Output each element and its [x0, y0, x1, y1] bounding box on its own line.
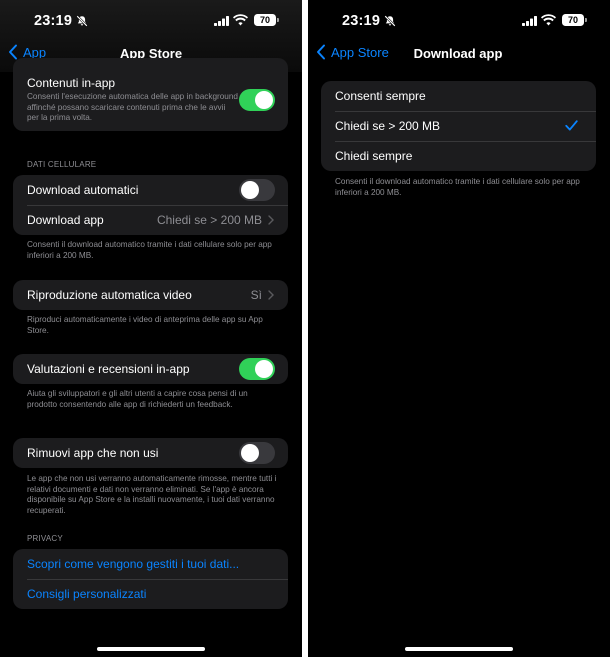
video-desc: Riproduci automaticamente i video di ant… [27, 315, 263, 335]
cellular-signal-icon [522, 16, 537, 26]
chevron-right-icon [268, 215, 274, 225]
option-always-ask[interactable]: Chiedi sempre [321, 141, 596, 171]
privacy-link-row[interactable]: Scopri come vengono gestiti i tuoi dati.… [13, 549, 288, 579]
offload-desc: Le app che non usi verranno automaticame… [27, 474, 277, 515]
chevron-right-icon [268, 290, 274, 300]
page-title: Download app [413, 46, 503, 61]
auto-download-row: Download automatici [13, 175, 288, 205]
battery-icon: 70 [254, 14, 279, 26]
auto-download-toggle[interactable] [239, 179, 275, 201]
auto-download-label: Download automatici [27, 183, 139, 197]
home-indicator [405, 647, 513, 651]
offload-toggle[interactable] [239, 442, 275, 464]
download-app-label: Download app [27, 213, 104, 227]
personalized-recommendations-link[interactable]: Consigli personalizzati [27, 587, 274, 601]
wifi-icon [541, 14, 556, 26]
cellular-section-header: DATI CELLULARE [27, 160, 97, 169]
ratings-card: Valutazioni e recensioni in-app [13, 354, 288, 384]
option-label: Consenti sempre [335, 89, 426, 103]
download-options-desc: Consenti il download automatico tramite … [335, 177, 580, 197]
video-autoplay-value: Sì [250, 288, 262, 302]
battery-icon: 70 [562, 14, 587, 26]
cellular-signal-icon [214, 16, 229, 26]
inapp-content-desc: Consenti l'esecuzione automatica delle a… [27, 92, 238, 122]
inapp-content-toggle[interactable] [239, 89, 275, 111]
offload-label: Rimuovi app che non usi [27, 446, 159, 460]
cellular-desc: Consenti il download automatico tramite … [27, 240, 272, 260]
video-card: Riproduzione automatica video Sì [13, 280, 288, 310]
status-time: 23:19 [342, 13, 381, 29]
ratings-desc: Aiuta gli sviluppatori e gli altri utent… [27, 389, 248, 409]
download-app-value: Chiedi se > 200 MB [156, 213, 262, 227]
ratings-toggle[interactable] [239, 358, 275, 380]
toggle-knob [255, 91, 273, 109]
inapp-content-card: Contenuti in-app Consenti l'esecuzione a… [13, 58, 288, 131]
chevron-left-icon [317, 44, 325, 60]
privacy-section-header: PRIVACY [27, 534, 63, 543]
video-autoplay-row[interactable]: Riproduzione automatica video Sì [13, 280, 288, 310]
cellular-card: Download automatici Download app Chiedi … [13, 175, 288, 235]
ratings-label: Valutazioni e recensioni in-app [27, 362, 190, 376]
silent-bell-icon [384, 15, 396, 27]
status-time: 23:19 [34, 13, 73, 29]
wifi-icon [233, 14, 248, 26]
navigation-bar: App Store Download app [308, 38, 610, 70]
toggle-knob [241, 181, 259, 199]
left-screen: 23:19 70 App App Store Contenuti in-app … [0, 0, 302, 657]
inapp-content-label: Contenuti in-app [27, 76, 116, 90]
inapp-content-row: Contenuti in-app Consenti l'esecuzione a… [13, 58, 288, 124]
toggle-knob [255, 360, 273, 378]
ratings-row: Valutazioni e recensioni in-app [13, 354, 288, 384]
silent-bell-icon [76, 15, 88, 27]
toggle-knob [241, 444, 259, 462]
right-screen: 23:19 70 App Store Download app Consenti… [308, 0, 610, 657]
option-label: Chiedi se > 200 MB [335, 119, 441, 133]
offload-row: Rimuovi app che non usi [13, 438, 288, 468]
home-indicator [97, 647, 205, 651]
checkmark-icon [565, 120, 578, 131]
personalized-link-row[interactable]: Consigli personalizzati [13, 579, 288, 609]
download-options-card: Consenti sempre Chiedi se > 200 MB Chied… [321, 81, 596, 171]
option-always-allow[interactable]: Consenti sempre [321, 81, 596, 111]
privacy-card: Scopri come vengono gestiti i tuoi dati.… [13, 549, 288, 609]
option-label: Chiedi sempre [335, 149, 413, 163]
offload-card: Rimuovi app che non usi [13, 438, 288, 468]
option-ask-over-200mb[interactable]: Chiedi se > 200 MB [321, 111, 596, 141]
video-autoplay-label: Riproduzione automatica video [27, 288, 192, 302]
download-app-row[interactable]: Download app Chiedi se > 200 MB [13, 205, 288, 235]
privacy-data-link[interactable]: Scopri come vengono gestiti i tuoi dati.… [27, 557, 274, 571]
